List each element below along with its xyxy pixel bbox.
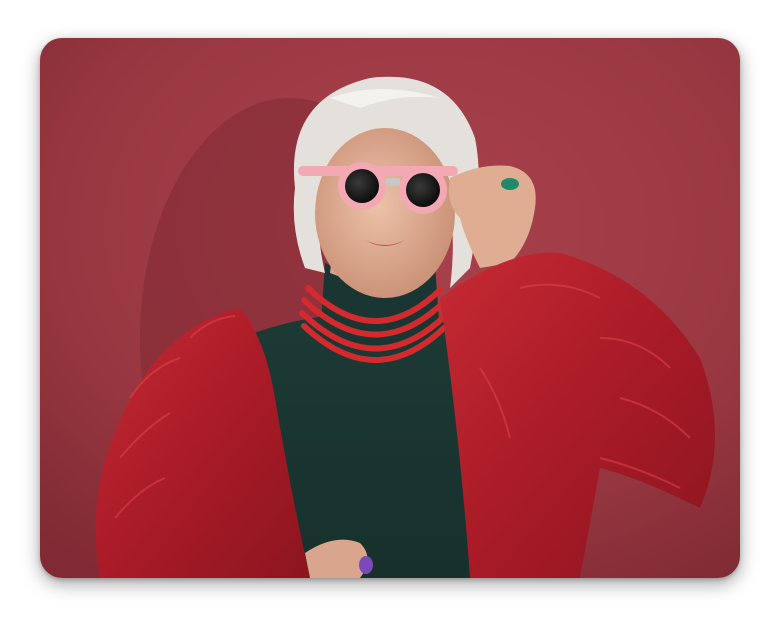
page — [0, 0, 780, 620]
green-ring — [501, 178, 519, 190]
portrait-photo-card — [40, 38, 740, 578]
purple-ring — [359, 556, 373, 574]
portrait-photo — [40, 38, 740, 578]
face — [315, 128, 455, 298]
